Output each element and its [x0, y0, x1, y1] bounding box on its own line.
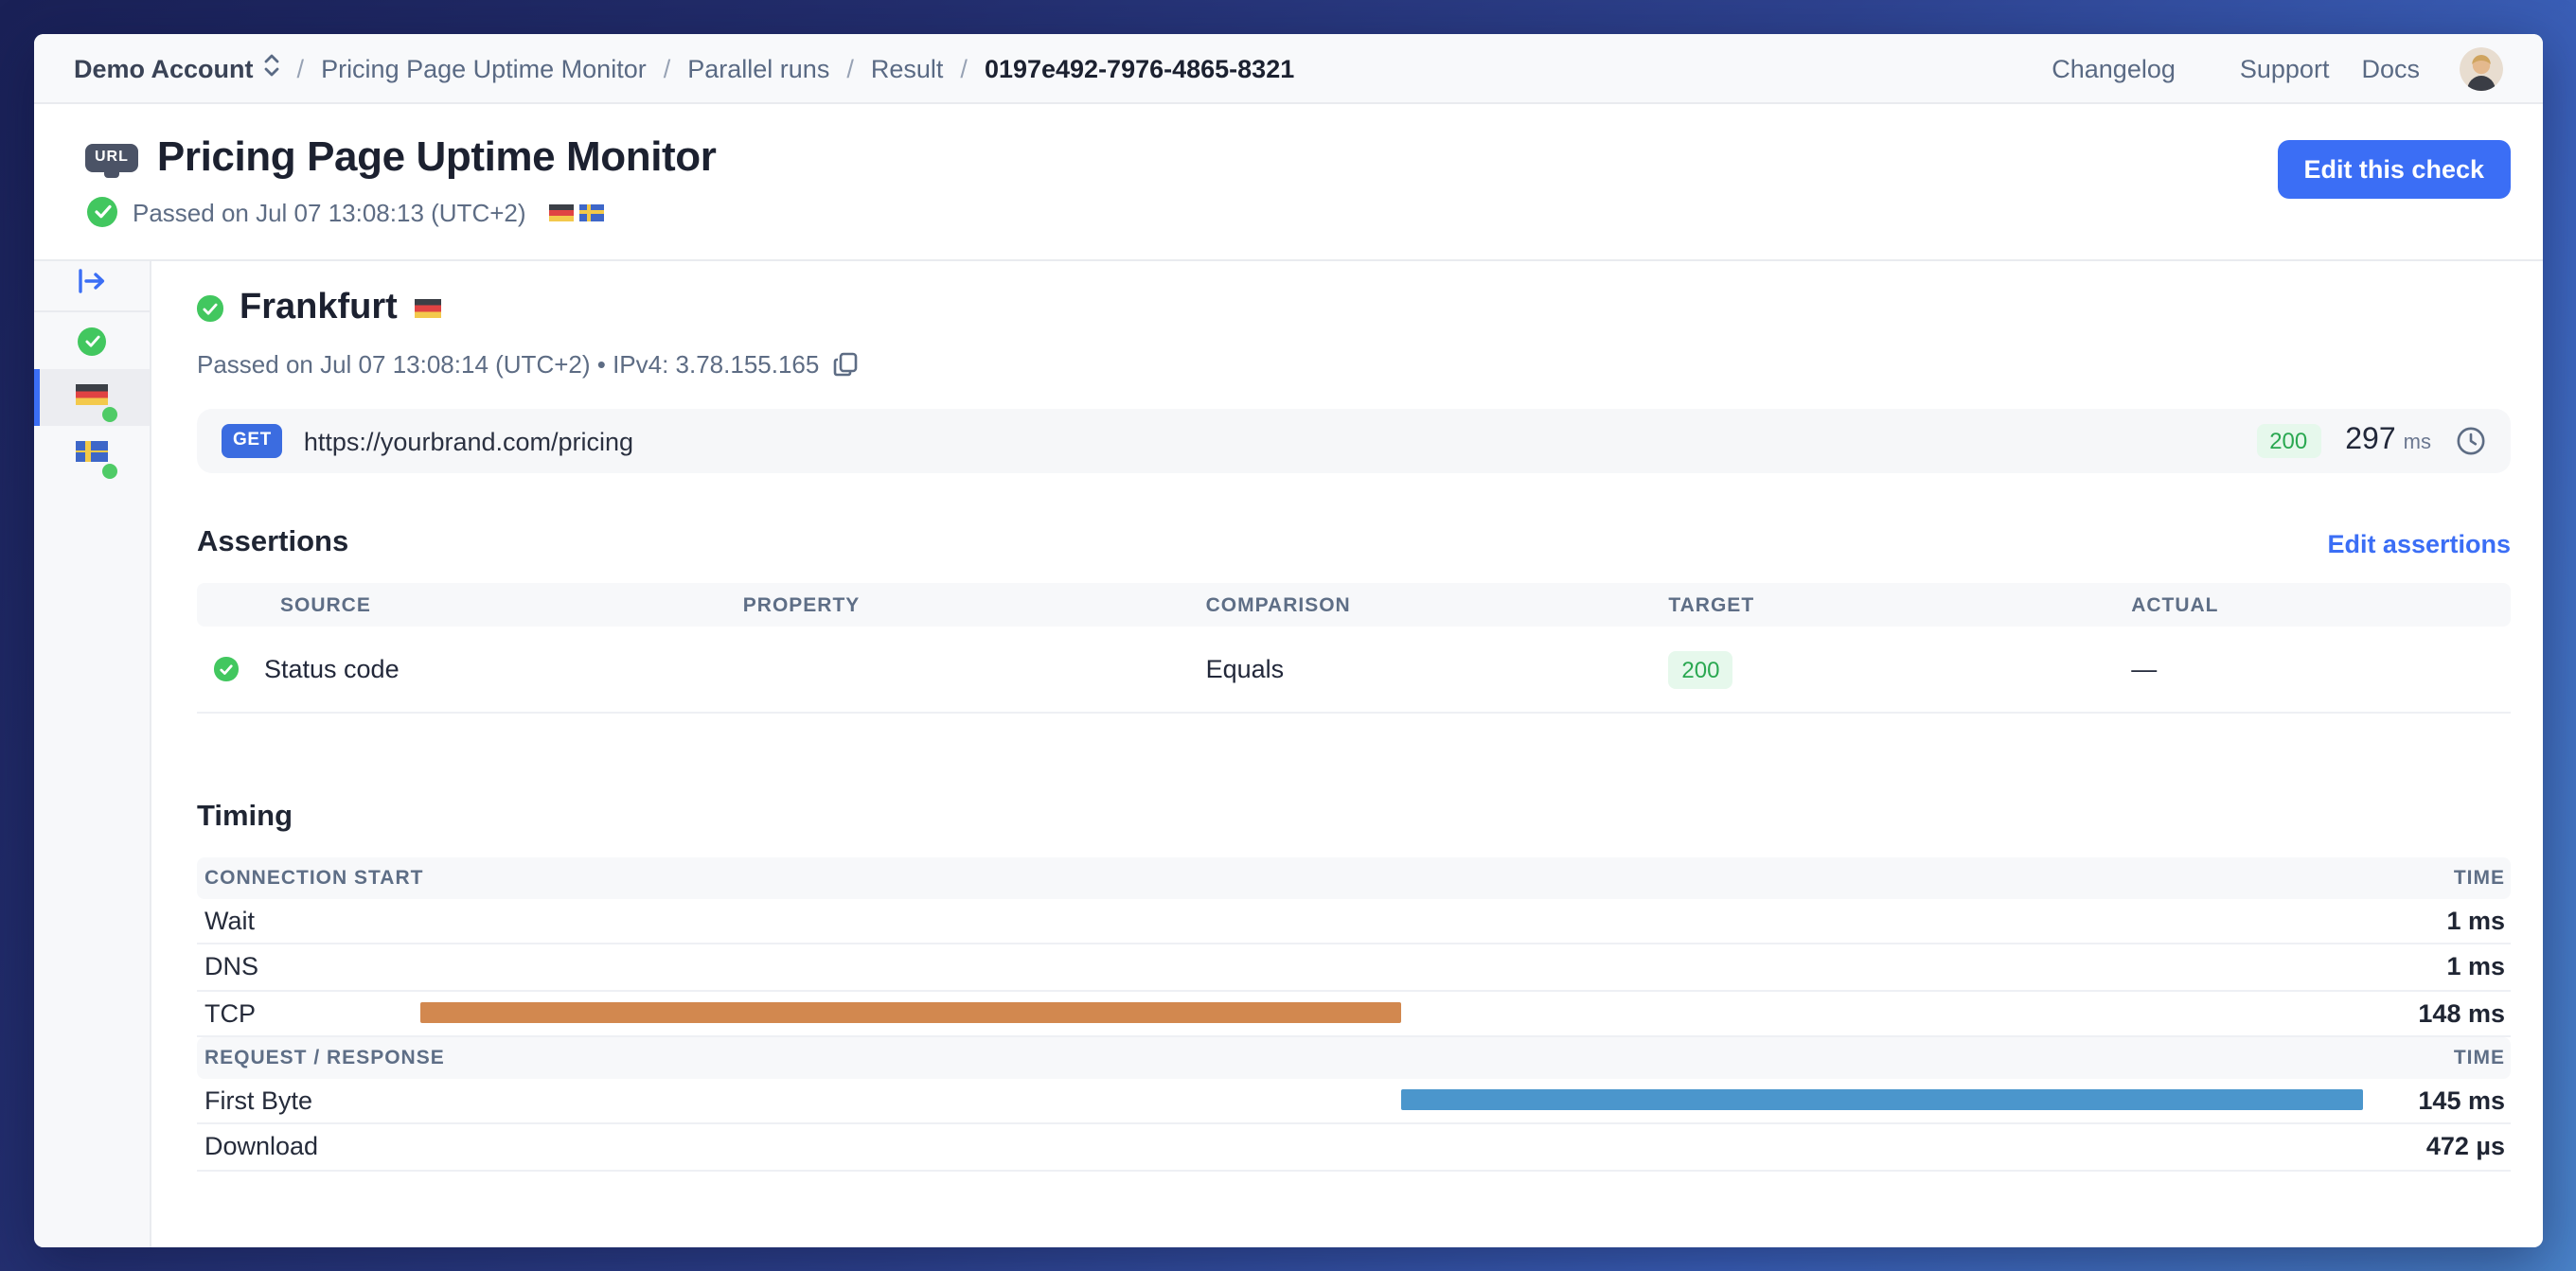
nav-changelog[interactable]: Changelog	[2052, 54, 2176, 82]
assertion-actual: —	[2048, 655, 2511, 683]
top-bar: Demo Account / Pricing Page Uptime Monit…	[34, 34, 2543, 104]
breadcrumb-separator: /	[297, 54, 305, 82]
timing-group-connection-start: CONNECTION START TIME	[197, 857, 2511, 898]
timing-value: 472 µs	[2426, 1133, 2511, 1161]
sidebar-collapse-toggle[interactable]	[34, 261, 150, 312]
breadcrumb: Demo Account / Pricing Page Uptime Monit…	[74, 53, 1294, 83]
request-url: https://yourbrand.com/pricing	[304, 427, 633, 455]
assertion-comparison: Equals	[1123, 655, 1586, 683]
assertions-table-header: SOURCE PROPERTY COMPARISON TARGET ACTUAL	[197, 583, 2511, 627]
timing-group-request-response: REQUEST / RESPONSE TIME	[197, 1037, 2511, 1078]
germany-flag-icon	[415, 299, 441, 318]
edit-check-button[interactable]: Edit this check	[2277, 140, 2511, 199]
timing-label: Download	[197, 1133, 318, 1161]
first-byte-duration-bar	[1401, 1090, 2362, 1111]
page-header: URL Pricing Page Uptime Monitor Passed o…	[34, 104, 2543, 259]
breadcrumb-separator: /	[960, 54, 968, 82]
breadcrumb-check[interactable]: Pricing Page Uptime Monitor	[321, 54, 647, 82]
timing-label: DNS	[197, 953, 258, 981]
col-actual: ACTUAL	[2048, 593, 2511, 616]
timing-row-wait: Wait 1 ms	[197, 898, 2511, 944]
col-target: TARGET	[1585, 593, 2048, 616]
assertions-section: Assertions Edit assertions SOURCE PROPER…	[197, 526, 2511, 714]
timing-row-dns: DNS 1 ms	[197, 944, 2511, 991]
timing-title: Timing	[197, 801, 293, 835]
clock-icon[interactable]	[2456, 426, 2486, 456]
col-source: SOURCE	[197, 593, 660, 616]
response-time-unit: ms	[2404, 432, 2431, 454]
nav-support[interactable]: Support	[2240, 54, 2330, 82]
breadcrumb-separator: /	[664, 54, 671, 82]
nav-docs[interactable]: Docs	[2361, 54, 2420, 82]
passed-check-icon	[87, 197, 117, 227]
location-name: Frankfurt	[240, 288, 398, 329]
check-type-url-icon: URL	[85, 143, 138, 171]
timing-table: CONNECTION START TIME Wait 1 ms DNS 1 ms	[197, 857, 2511, 1171]
timing-value: 1 ms	[2446, 953, 2511, 981]
assertion-row: Status code Equals 200 —	[197, 627, 2511, 714]
sidebar-item-location-stockholm[interactable]	[34, 426, 150, 483]
germany-flag-icon	[549, 203, 574, 221]
breadcrumb-result[interactable]: Result	[871, 54, 944, 82]
account-switcher[interactable]: Demo Account	[74, 53, 280, 83]
request-summary: GET https://yourbrand.com/pricing 200 29…	[197, 409, 2511, 473]
breadcrumb-result-id: 0197e492-7976-4865-8321	[985, 54, 1294, 82]
assertion-target-badge: 200	[1668, 651, 1732, 689]
account-name: Demo Account	[74, 54, 254, 82]
copy-ip-button[interactable]	[832, 352, 857, 377]
sweden-flag-icon	[76, 437, 108, 471]
status-dot	[102, 407, 117, 422]
group-label: CONNECTION START	[204, 867, 423, 890]
status-dot	[102, 464, 117, 479]
col-property: PROPERTY	[660, 593, 1123, 616]
page-title: Pricing Page Uptime Monitor	[157, 132, 717, 182]
status-code-badge: 200	[2256, 424, 2320, 458]
app-window: Demo Account / Pricing Page Uptime Monit…	[34, 34, 2543, 1247]
sidebar-item-overall-status[interactable]	[34, 312, 150, 369]
group-label: REQUEST / RESPONSE	[204, 1047, 445, 1069]
col-comparison: COMPARISON	[1123, 593, 1586, 616]
sidebar-item-location-frankfurt[interactable]	[34, 369, 150, 426]
timing-value: 1 ms	[2446, 907, 2511, 935]
backdrop: Demo Account / Pricing Page Uptime Monit…	[0, 0, 2576, 1271]
timing-label: TCP	[197, 999, 256, 1028]
breadcrumb-parallel-runs[interactable]: Parallel runs	[687, 54, 829, 82]
http-method-badge: GET	[222, 425, 283, 458]
tcp-duration-bar	[420, 1003, 1401, 1024]
timing-value: 145 ms	[2418, 1086, 2511, 1115]
timing-row-download: Download 472 µs	[197, 1124, 2511, 1171]
arrow-into-bar-icon	[78, 269, 106, 303]
timing-section: Timing CONNECTION START TIME Wait 1 ms D…	[197, 801, 2511, 1171]
run-sidebar	[34, 261, 151, 1247]
timing-label: First Byte	[197, 1086, 312, 1115]
time-column-label: TIME	[2454, 1047, 2505, 1069]
timing-row-tcp: TCP 148 ms	[197, 991, 2511, 1037]
check-status-text: Passed on Jul 07 13:08:13 (UTC+2)	[133, 198, 526, 226]
assertion-source: Status code	[264, 655, 400, 683]
assertion-passed-icon	[214, 658, 238, 681]
green-check-icon	[78, 327, 106, 355]
time-column-label: TIME	[2454, 867, 2505, 890]
location-passed-check-icon	[197, 296, 222, 322]
result-panel: Frankfurt Passed on Jul 07 13:08:14 (UTC…	[151, 261, 2543, 1247]
assertions-title: Assertions	[197, 526, 348, 560]
timing-label: Wait	[197, 907, 255, 935]
timing-row-first-byte: First Byte 145 ms	[197, 1078, 2511, 1124]
edit-assertions-link[interactable]: Edit assertions	[2327, 529, 2511, 557]
response-time-value: 297	[2345, 424, 2395, 458]
sweden-flag-icon	[579, 203, 604, 221]
breadcrumb-separator: /	[846, 54, 854, 82]
timing-value: 148 ms	[2418, 999, 2511, 1028]
germany-flag-icon	[76, 380, 108, 415]
chevron-updown-icon	[263, 53, 280, 83]
run-meta-text: Passed on Jul 07 13:08:14 (UTC+2) • IPv4…	[197, 350, 819, 379]
top-nav: Changelog Support Docs	[2052, 46, 2503, 90]
assertions-table: SOURCE PROPERTY COMPARISON TARGET ACTUAL	[197, 583, 2511, 714]
user-avatar[interactable]	[2460, 46, 2503, 90]
